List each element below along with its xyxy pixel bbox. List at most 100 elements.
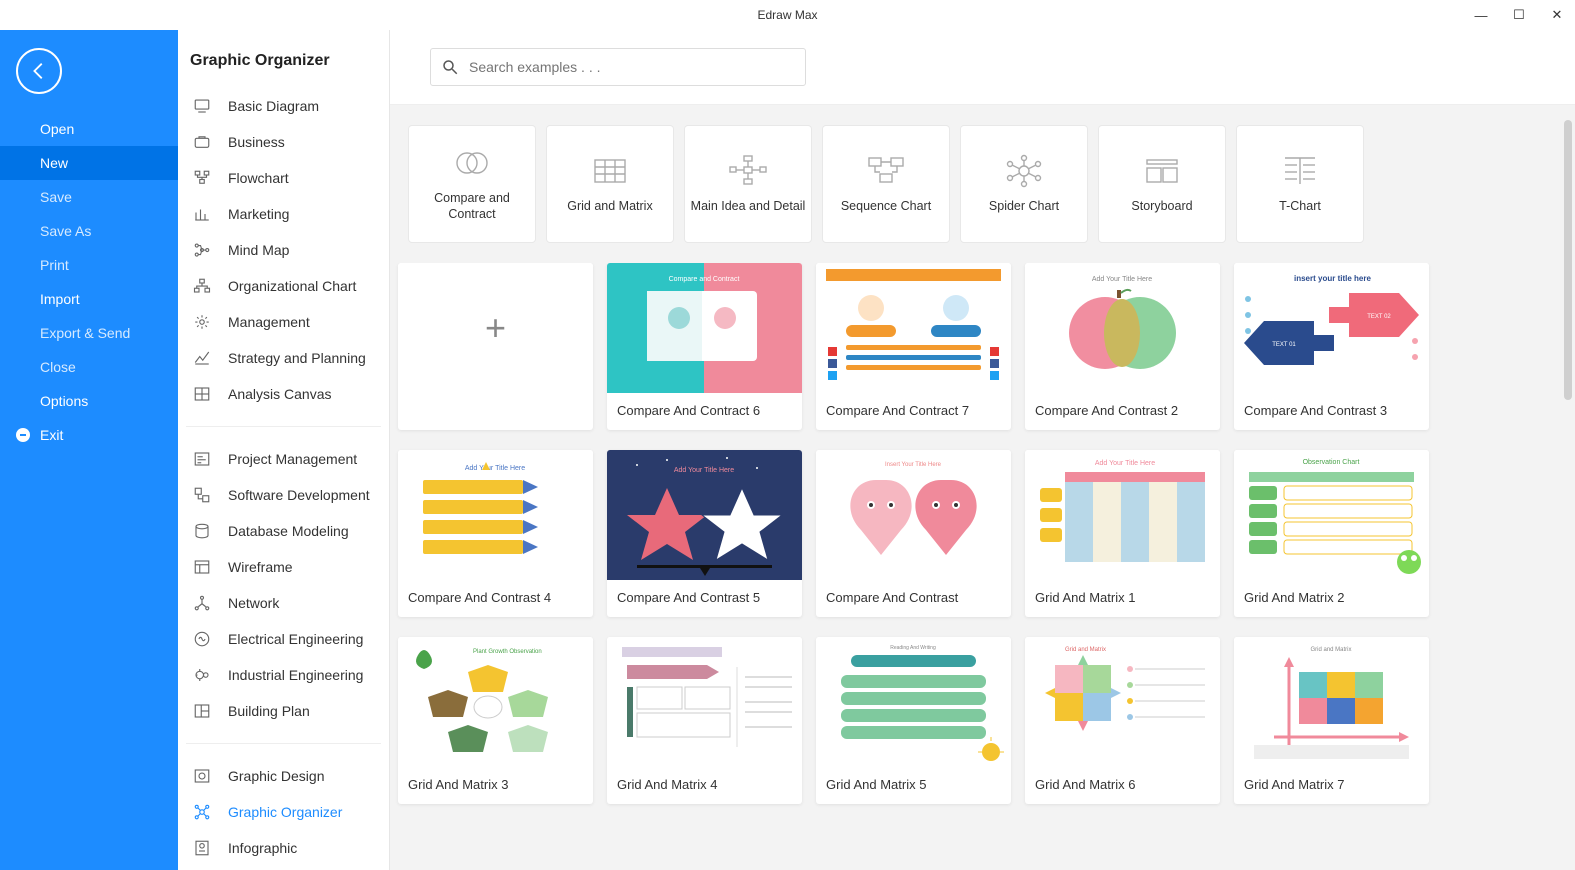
arrow-left-icon [28, 60, 50, 82]
category-label: Analysis Canvas [228, 386, 332, 402]
minimize-button[interactable]: — [1471, 8, 1491, 23]
template-compare-and-contrast-3[interactable]: insert your title hereTEXT 02TEXT 01Comp… [1234, 263, 1429, 430]
type-label: Grid and Matrix [567, 198, 652, 214]
category-wireframe[interactable]: Wireframe [182, 549, 385, 585]
category-infographic[interactable]: Infographic [182, 830, 385, 866]
category-building-plan[interactable]: Building Plan [182, 693, 385, 729]
category-organizational-chart[interactable]: Organizational Chart [182, 268, 385, 304]
scrollbar-thumb[interactable] [1564, 120, 1572, 400]
category-marketing[interactable]: Marketing [182, 196, 385, 232]
type-card-grid-and-matrix[interactable]: Grid and Matrix [546, 125, 674, 243]
svg-text:TEXT 02: TEXT 02 [1367, 314, 1391, 320]
file-menu-new[interactable]: New [0, 146, 178, 180]
scrollbar-track[interactable] [1563, 120, 1573, 870]
type-icon [1003, 154, 1045, 188]
file-menu-export-send[interactable]: Export & Send [0, 316, 178, 350]
category-flowchart[interactable]: Flowchart [182, 160, 385, 196]
svg-text:Compare and Contract: Compare and Contract [669, 276, 740, 283]
template-label: Grid And Matrix 3 [398, 767, 593, 804]
template-grid-and-matrix-5[interactable]: Reading And WritingGrid And Matrix 5 [816, 637, 1011, 804]
category-label: Marketing [228, 206, 289, 222]
template-compare-and-contract-6[interactable]: Compare and ContractCompare And Contract… [607, 263, 802, 430]
template-grid-and-matrix-3[interactable]: Plant Growth ObservationGrid And Matrix … [398, 637, 593, 804]
template-compare-and-contrast-4[interactable]: Add Your Title Here Compare And Contrast … [398, 450, 593, 617]
titlebar: Edraw Max — ☐ ✕ [0, 0, 1575, 30]
template-label: Compare And Contrast 5 [607, 580, 802, 617]
template-label: Compare And Contrast 4 [398, 580, 593, 617]
template-grid-and-matrix-2[interactable]: Observation ChartGrid And Matrix 2 [1234, 450, 1429, 617]
category-project-management[interactable]: Project Management [182, 441, 385, 477]
category-electrical-engineering[interactable]: Electrical Engineering [182, 621, 385, 657]
plus-icon: + [485, 307, 506, 349]
type-card-storyboard[interactable]: Storyboard [1098, 125, 1226, 243]
type-icon [865, 154, 907, 188]
category-analysis-canvas[interactable]: Analysis Canvas [182, 376, 385, 412]
file-menu-close[interactable]: Close [0, 350, 178, 384]
file-menu-exit[interactable]: Exit [0, 418, 178, 452]
template-grid-and-matrix-7[interactable]: Grid and MatrixGrid And Matrix 7 [1234, 637, 1429, 804]
category-industrial-engineering[interactable]: Industrial Engineering [182, 657, 385, 693]
file-menu-options[interactable]: Options [0, 384, 178, 418]
file-menu-sidebar: Open New SaveSave As Print ImportExport & Se… [0, 30, 178, 870]
category-database-modeling[interactable]: Database Modeling [182, 513, 385, 549]
category-management[interactable]: Management [182, 304, 385, 340]
svg-text:Add Your Title Here: Add Your Title Here [465, 465, 525, 472]
file-menu-label: New [40, 155, 68, 171]
file-menu-save-as[interactable]: Save As [0, 214, 178, 248]
mind-map-icon [192, 240, 212, 260]
template-grid-and-matrix-6[interactable]: Grid and MatrixGrid And Matrix 6 [1025, 637, 1220, 804]
category-label: Business [228, 134, 285, 150]
category-strategy-and-planning[interactable]: Strategy and Planning [182, 340, 385, 376]
category-label: Database Modeling [228, 523, 349, 539]
template-thumb: Add Your Title Here [1025, 450, 1220, 580]
category-label: Network [228, 595, 279, 611]
category-basic-diagram[interactable]: Basic Diagram [182, 88, 385, 124]
template-thumb: Observation Chart [1234, 450, 1429, 580]
svg-text:TEXT 01: TEXT 01 [1272, 342, 1296, 348]
search-box[interactable] [430, 48, 806, 86]
file-menu-print[interactable]: Print [0, 248, 178, 282]
type-card-spider-chart[interactable]: Spider Chart [960, 125, 1088, 243]
type-card-compare-and-contract[interactable]: Compare and Contract [408, 125, 536, 243]
svg-text:Add Your Title Here: Add Your Title Here [674, 467, 734, 474]
category-label: Basic Diagram [228, 98, 319, 114]
template-thumb: Grid and Matrix [1234, 637, 1429, 767]
template-grid-and-matrix-4[interactable]: Grid And Matrix 4 [607, 637, 802, 804]
file-menu-import[interactable]: Import [0, 282, 178, 316]
category-label: Software Development [228, 487, 370, 503]
category-title: Graphic Organizer [178, 30, 389, 88]
template-grid-and-matrix-1[interactable]: Add Your Title HereGrid And Matrix 1 [1025, 450, 1220, 617]
template-compare-and-contrast-5[interactable]: Add Your Title Here Compare And Contrast … [607, 450, 802, 617]
file-menu-open[interactable]: Open [0, 112, 178, 146]
category-business[interactable]: Business [182, 124, 385, 160]
type-card-sequence-chart[interactable]: Sequence Chart [822, 125, 950, 243]
category-mind-map[interactable]: Mind Map [182, 232, 385, 268]
maximize-button[interactable]: ☐ [1509, 7, 1529, 23]
template-new-blank[interactable]: + [398, 263, 593, 430]
template-thumb [816, 263, 1011, 393]
category-graphic-design[interactable]: Graphic Design [182, 758, 385, 794]
svg-text:Observation Chart: Observation Chart [1303, 459, 1360, 466]
type-label: Sequence Chart [841, 198, 931, 214]
template-compare-and-contrast[interactable]: Insert Your Title HereCompare And Contra… [816, 450, 1011, 617]
template-compare-and-contrast-2[interactable]: Add Your Title HereCompare And Contrast … [1025, 263, 1220, 430]
file-menu-label: Print [40, 257, 69, 273]
close-button[interactable]: ✕ [1547, 7, 1567, 23]
category-label: Strategy and Planning [228, 350, 366, 366]
type-card-main-idea-and-detail[interactable]: Main Idea and Detail [684, 125, 812, 243]
search-input[interactable] [469, 59, 795, 75]
template-compare-and-contract-7[interactable]: Compare And Contract 7 [816, 263, 1011, 430]
template-label: Compare And Contrast [816, 580, 1011, 617]
category-software-development[interactable]: Software Development [182, 477, 385, 513]
svg-text:Add Your Title Here: Add Your Title Here [1092, 276, 1152, 283]
category-label: Building Plan [228, 703, 310, 719]
type-card-t-chart[interactable]: T-Chart [1236, 125, 1364, 243]
back-button[interactable] [16, 48, 62, 94]
category-label: Project Management [228, 451, 357, 467]
template-thumb [607, 637, 802, 767]
category-network[interactable]: Network [182, 585, 385, 621]
template-label: Grid And Matrix 7 [1234, 767, 1429, 804]
category-graphic-organizer[interactable]: Graphic Organizer [182, 794, 385, 830]
category-label: Graphic Organizer [228, 804, 342, 820]
file-menu-save[interactable]: Save [0, 180, 178, 214]
